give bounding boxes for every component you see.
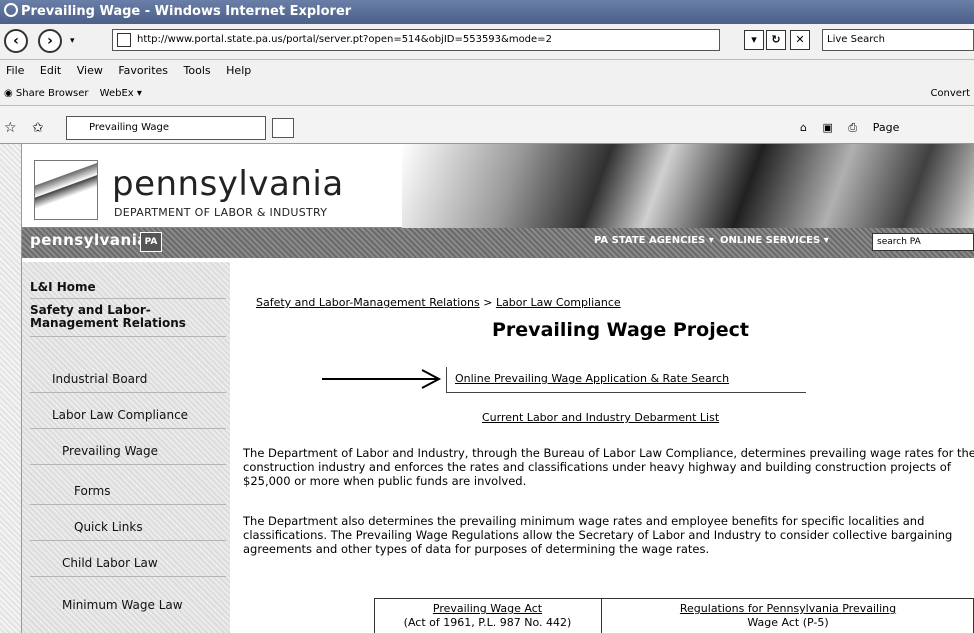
page-title: Prevailing Wage Project — [492, 319, 749, 341]
online-services-label: ONLINE SERVICES — [720, 235, 821, 246]
history-dropdown-icon[interactable]: ▾ — [70, 36, 75, 46]
favorites-star-icon[interactable]: ☆ — [4, 120, 17, 136]
sidebar-divider — [30, 504, 226, 505]
sidebar-item-prevailing-wage[interactable]: Prevailing Wage — [62, 444, 158, 458]
add-favorite-icon[interactable]: ✩ — [32, 120, 44, 136]
share-browser-link[interactable]: Share Browser — [16, 88, 89, 99]
sidebar-divider — [30, 336, 226, 337]
refresh-button[interactable]: ↻ — [766, 30, 786, 50]
address-dropdown-button[interactable]: ▾ — [744, 30, 764, 50]
menu-file[interactable]: File — [6, 64, 24, 77]
address-url: http://www.portal.state.pa.us/portal/ser… — [137, 34, 552, 45]
regulations-paragraph: The Department also determines the preva… — [243, 514, 953, 556]
links-table — [374, 598, 974, 633]
search-pa-placeholder: search PA — [877, 237, 921, 247]
forward-button[interactable]: › — [38, 29, 62, 53]
webex-link[interactable]: WebEx — [100, 88, 134, 99]
sidebar-item-safety[interactable]: Safety and Labor-Management Relations — [30, 304, 210, 330]
state-nav-bar — [22, 228, 974, 258]
online-services-menu[interactable]: ONLINE SERVICES ▾ — [720, 235, 829, 246]
intro-paragraph: The Department of Labor and Industry, th… — [243, 446, 974, 488]
menu-tools[interactable]: Tools — [184, 64, 211, 77]
search-input[interactable]: Live Search — [822, 29, 974, 51]
sidebar-divider — [30, 540, 226, 541]
debarment-list-link[interactable]: Current Labor and Industry Debarment Lis… — [482, 411, 719, 424]
pa-agencies-label: PA STATE AGENCIES — [594, 235, 706, 246]
sidebar-item-child-labor-law[interactable]: Child Labor Law — [62, 556, 158, 570]
home-icon[interactable]: ⌂ — [800, 121, 807, 134]
sidebar-item-industrial-board[interactable]: Industrial Board — [52, 372, 147, 386]
page-menu-button[interactable]: Page — [873, 121, 900, 134]
address-bar[interactable]: http://www.portal.state.pa.us/portal/ser… — [112, 29, 720, 51]
search-pa-input[interactable]: search PA — [872, 233, 974, 251]
menu-bar: File Edit View Favorites Tools Help — [0, 60, 974, 82]
pa-portal-link[interactable]: pennsylvania — [30, 231, 148, 249]
back-button[interactable]: ‹ — [4, 29, 28, 53]
search-placeholder: Live Search — [827, 34, 885, 45]
banner-dept-name: DEPARTMENT OF LABOR & INDUSTRY — [114, 206, 328, 219]
tab-prevailing-wage[interactable]: Prevailing Wage — [66, 116, 266, 140]
command-bar: ⌂ ▣ ⎙ Page — [800, 116, 974, 140]
sidebar-divider — [30, 464, 226, 465]
feeds-icon[interactable]: ▣ — [822, 121, 832, 134]
sidebar-divider — [30, 392, 226, 393]
menu-edit[interactable]: Edit — [40, 64, 61, 77]
breadcrumb-current-link[interactable]: Labor Law Compliance — [496, 296, 621, 309]
sidebar-item-labor-law-compliance[interactable]: Labor Law Compliance — [52, 408, 188, 422]
links-toolbar: ◉ Share Browser WebEx ▾ Convert — [0, 82, 974, 106]
window-title: Prevailing Wage - Windows Internet Explo… — [21, 4, 352, 19]
menu-view[interactable]: View — [77, 64, 103, 77]
window-title-bar: Prevailing Wage - Windows Internet Explo… — [0, 0, 974, 24]
sidebar-divider — [30, 298, 226, 299]
breadcrumb: Safety and Labor-Management Relations > … — [256, 296, 621, 309]
pa-logo-icon — [34, 160, 98, 220]
menu-favorites[interactable]: Favorites — [118, 64, 168, 77]
ie-logo-icon — [4, 3, 18, 17]
window-frame-left — [0, 144, 22, 633]
app-link-box: Online Prevailing Wage Application & Rat… — [446, 367, 806, 393]
arrow-right-icon — [322, 369, 442, 389]
banner-state-name: pennsylvania — [112, 164, 344, 204]
sidebar-divider — [30, 428, 226, 429]
stop-button[interactable]: ✕ — [790, 30, 810, 50]
menu-help[interactable]: Help — [226, 64, 251, 77]
banner-photo — [402, 144, 974, 228]
sidebar-item-forms[interactable]: Forms — [74, 484, 110, 498]
sidebar-item-li-home[interactable]: L&I Home — [30, 280, 96, 294]
print-icon[interactable]: ⎙ — [848, 121, 857, 134]
pa-badge-icon: PA — [140, 232, 162, 252]
new-tab-button[interactable] — [272, 118, 294, 138]
share-browser-icon: ◉ — [4, 88, 13, 99]
pa-agencies-menu[interactable]: PA STATE AGENCIES ▾ — [594, 235, 714, 246]
page-icon — [117, 33, 131, 47]
prevailing-wage-application-link[interactable]: Online Prevailing Wage Application & Rat… — [455, 372, 729, 385]
breadcrumb-separator: > — [483, 296, 493, 309]
sidebar-item-minimum-wage-law[interactable]: Minimum Wage Law — [62, 598, 183, 612]
convert-button[interactable]: Convert — [930, 82, 970, 106]
tab-label: Prevailing Wage — [89, 122, 170, 133]
sidebar-item-quick-links[interactable]: Quick Links — [74, 520, 143, 534]
breadcrumb-parent-link[interactable]: Safety and Labor-Management Relations — [256, 296, 480, 309]
webex-dropdown-icon[interactable]: ▾ — [137, 88, 142, 99]
sidebar-divider — [30, 576, 226, 577]
